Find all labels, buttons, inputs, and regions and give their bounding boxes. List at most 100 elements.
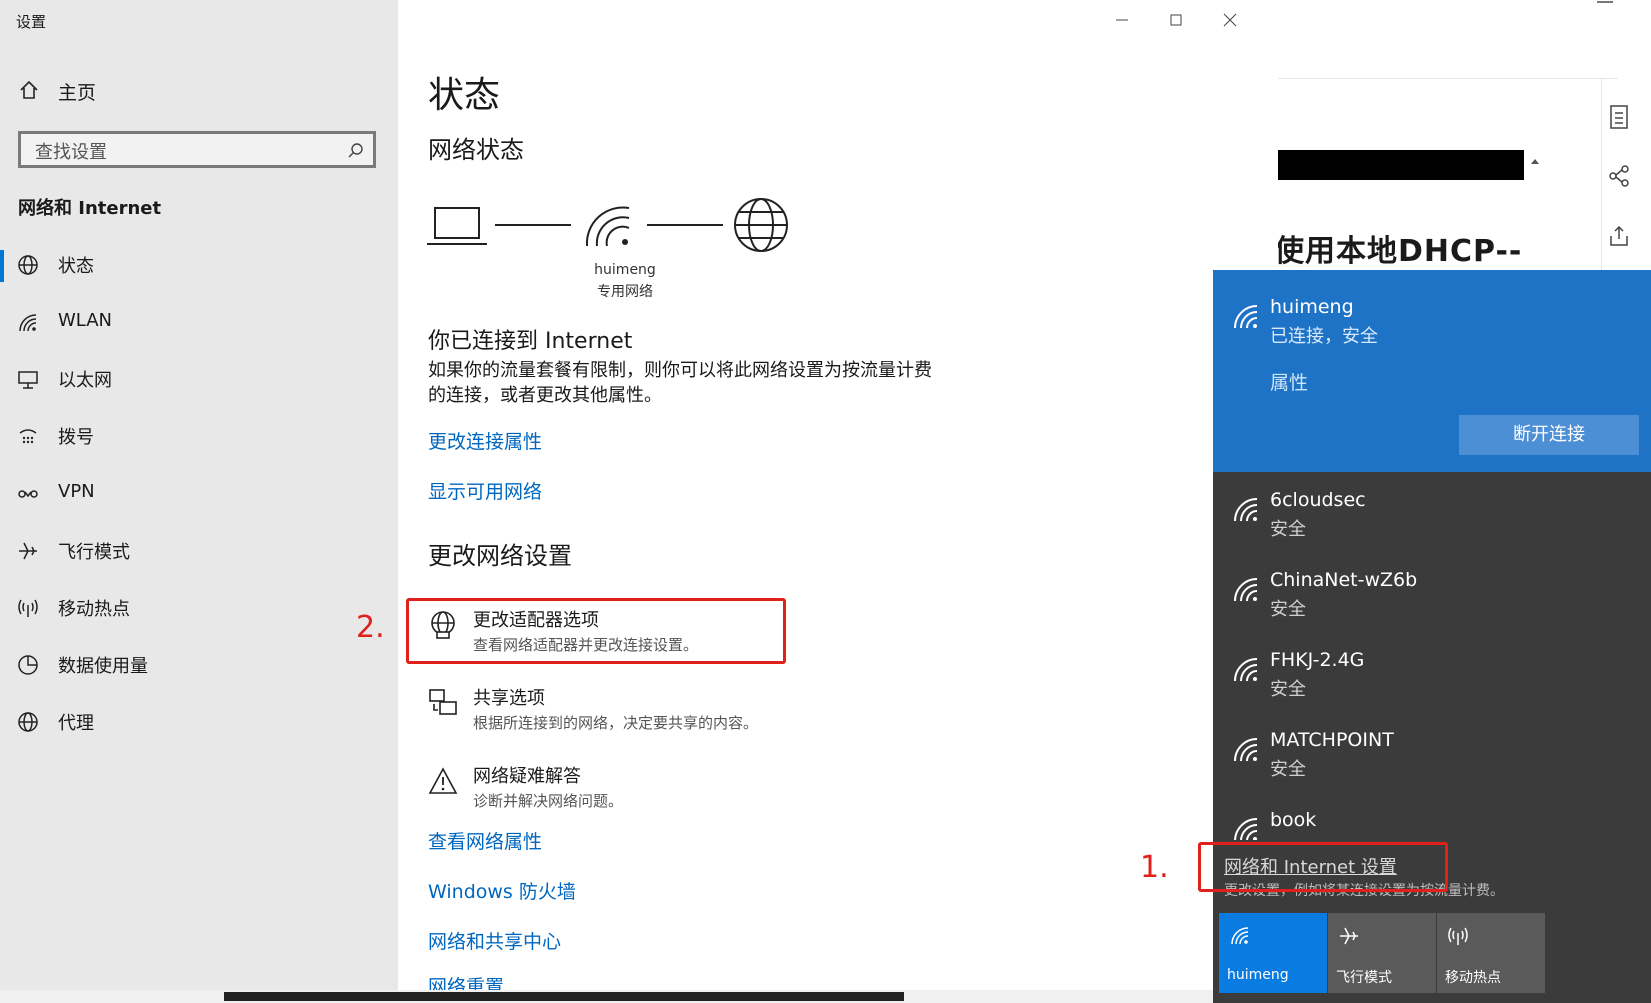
sidebar-item-home[interactable]: 主页	[0, 66, 398, 116]
search-icon[interactable]	[347, 142, 365, 160]
sidebar-item-data-usage[interactable]: 数据使用量	[0, 638, 398, 694]
settings-window: 设置 主页 网络和 Internet 状态	[0, 0, 1278, 990]
option-troubleshoot[interactable]: 网络疑难解答 诊断并解决网络问题。	[428, 762, 948, 822]
globe-icon	[734, 198, 788, 252]
wifi-icon	[1234, 578, 1258, 602]
windows-firewall-link[interactable]: Windows 防火墙	[428, 877, 576, 904]
ethernet-icon	[18, 371, 38, 389]
wifi-icon	[1231, 927, 1249, 945]
disconnect-button[interactable]: 断开连接	[1459, 415, 1639, 455]
close-icon[interactable]	[1220, 10, 1240, 30]
wifi-network-item[interactable]: book	[1213, 795, 1651, 840]
sidebar-item-label: WLAN	[58, 310, 113, 331]
sidebar-item-label: VPN	[58, 481, 95, 502]
vpn-icon	[18, 490, 38, 498]
wifi-network-name: FHKJ-2.4G	[1270, 649, 1365, 671]
wifi-network-item[interactable]: 6cloudsec 安全	[1213, 475, 1651, 555]
wifi-icon	[1234, 498, 1258, 522]
app-title: 设置	[16, 13, 47, 31]
network-type: 专用网络	[597, 284, 653, 300]
sidebar-item-label: 以太网	[58, 370, 112, 391]
divider	[1278, 78, 1618, 79]
change-settings-heading: 更改网络设置	[428, 542, 572, 570]
network-reset-link[interactable]: 网络重置	[428, 972, 504, 990]
quick-action-label: 飞行模式	[1336, 970, 1392, 986]
page-title: 状态	[428, 75, 501, 116]
view-network-properties-link[interactable]: 查看网络属性	[428, 827, 542, 854]
wifi-icon	[1234, 305, 1258, 329]
quick-action-airplane[interactable]: 飞行模式	[1328, 913, 1436, 993]
sidebar-item-vpn[interactable]: VPN	[0, 467, 398, 523]
wifi-network-name: book	[1270, 809, 1317, 831]
maximize-icon[interactable]	[1166, 10, 1186, 30]
document-icon[interactable]	[1607, 104, 1631, 130]
sidebar-item-label: 代理	[58, 713, 94, 734]
option-title: 共享选项	[473, 688, 545, 709]
wifi-network-item[interactable]: FHKJ-2.4G 安全	[1213, 635, 1651, 715]
laptop-icon	[427, 207, 487, 245]
home-icon	[20, 80, 38, 99]
hotspot-icon	[18, 599, 38, 617]
sharing-center-link[interactable]: 网络和共享中心	[428, 927, 561, 954]
search-box[interactable]	[18, 131, 376, 168]
sidebar-item-label: 主页	[58, 82, 97, 104]
sidebar-item-wlan[interactable]: WLAN	[0, 296, 398, 352]
quick-action-wifi[interactable]: huimeng	[1219, 913, 1327, 993]
properties-link[interactable]: 属性	[1270, 368, 1308, 395]
minimize-icon[interactable]	[1112, 10, 1132, 30]
export-icon[interactable]	[1607, 224, 1631, 248]
wifi-network-item[interactable]: ChinaNet-wZ6b 安全	[1213, 555, 1651, 635]
sidebar-item-airplane[interactable]: 飞行模式	[0, 524, 398, 580]
scroll-up-icon[interactable]	[1530, 157, 1540, 165]
sidebar-item-status[interactable]: 状态	[0, 238, 398, 294]
highlight-box-2	[406, 598, 786, 664]
option-description: 诊断并解决网络问题。	[473, 792, 624, 810]
highlight-box-1	[1198, 842, 1448, 892]
airplane-icon	[1340, 927, 1358, 945]
wifi-network-name: MATCHPOINT	[1270, 729, 1394, 751]
option-title: 网络疑难解答	[473, 766, 581, 787]
airplane-icon	[19, 542, 37, 560]
share-icon[interactable]	[1607, 164, 1631, 188]
redacted-image	[1278, 150, 1524, 180]
wifi-network-status: 已连接，安全	[1270, 326, 1378, 347]
wifi-icon	[1234, 738, 1258, 762]
article-heading: 使用本地DHCP--	[1274, 234, 1523, 269]
quick-action-hotspot[interactable]: 移动热点	[1437, 913, 1545, 993]
wifi-icon	[1234, 658, 1258, 682]
wifi-network-item[interactable]: MATCHPOINT 安全	[1213, 715, 1651, 795]
sidebar-item-label: 移动热点	[58, 599, 130, 620]
network-name: huimeng	[594, 262, 656, 278]
section-title: 网络和 Internet	[18, 198, 162, 219]
wifi-network-security: 安全	[1270, 679, 1306, 700]
sidebar-item-hotspot[interactable]: 移动热点	[0, 581, 398, 637]
wifi-network-security: 安全	[1270, 759, 1306, 780]
globe-icon	[18, 255, 38, 275]
show-available-networks-link[interactable]: 显示可用网络	[428, 477, 542, 504]
wifi-network-huimeng[interactable]: huimeng 已连接，安全	[1213, 282, 1651, 362]
sidebar: 设置 主页 网络和 Internet 状态	[0, 0, 398, 990]
dialup-icon	[19, 429, 37, 444]
connected-title: 你已连接到 Internet	[428, 329, 633, 354]
hotspot-icon	[1448, 927, 1468, 945]
quick-action-label: 移动热点	[1445, 970, 1501, 986]
search-input[interactable]	[33, 139, 337, 165]
wifi-icon	[585, 206, 630, 247]
quick-action-label: huimeng	[1227, 967, 1289, 983]
option-description: 根据所连接到的网络，决定要共享的内容。	[473, 714, 759, 732]
sidebar-item-dialup[interactable]: 拨号	[0, 409, 398, 465]
option-sharing[interactable]: 共享选项 根据所连接到的网络，决定要共享的内容。	[428, 684, 948, 744]
sharing-icon	[429, 689, 457, 715]
connected-description: 如果你的流量套餐有限制，则你可以将此网络设置为按流量计费的连接，或者更改其他属性…	[428, 360, 932, 406]
toolbar-fragment	[1597, 1, 1613, 3]
annotation-2: 2.	[356, 610, 385, 645]
network-status-heading: 网络状态	[428, 136, 524, 164]
sidebar-item-label: 状态	[58, 256, 94, 277]
sidebar-item-proxy[interactable]: 代理	[0, 695, 398, 751]
wifi-icon	[1234, 818, 1258, 840]
scrollbar-thumb[interactable]	[224, 992, 904, 1001]
annotation-1: 1.	[1140, 850, 1169, 885]
change-connection-properties-link[interactable]: 更改连接属性	[428, 427, 542, 454]
wifi-network-name: huimeng	[1270, 296, 1354, 318]
sidebar-item-ethernet[interactable]: 以太网	[0, 352, 398, 408]
